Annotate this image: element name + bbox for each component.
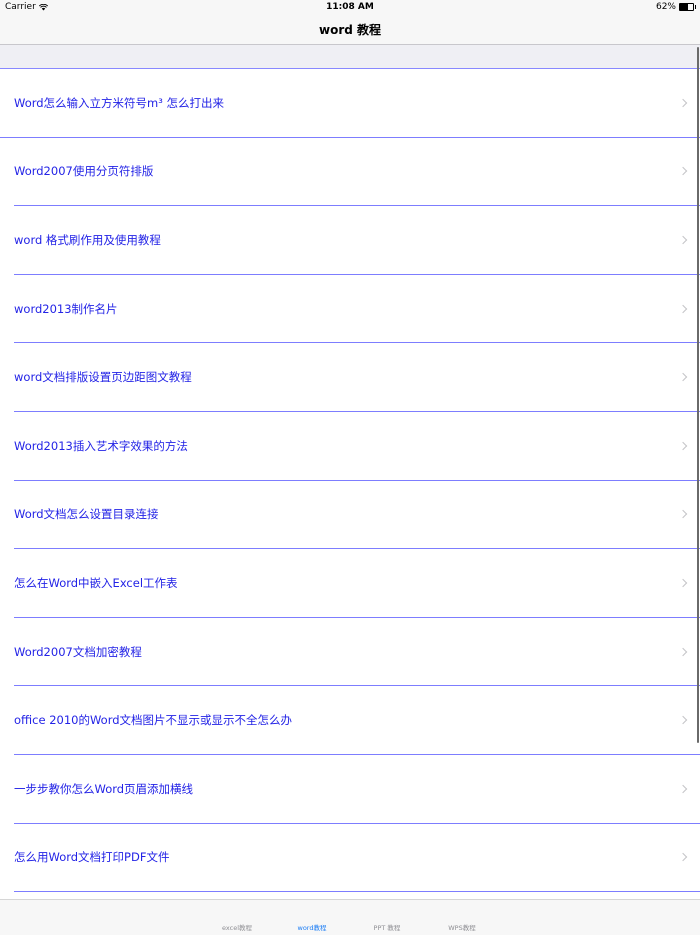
article-row[interactable]: Word2007文档加密教程 <box>14 618 700 687</box>
article-row[interactable]: office 2010的Word文档图片不显示或显示不全怎么办 <box>14 686 700 755</box>
chevron-right-icon <box>678 784 688 793</box>
status-bar: Carrier 11:08 AM 62% <box>0 0 700 14</box>
article-row[interactable]: word 格式刷作用及使用教程 <box>14 206 700 275</box>
article-row[interactable]: Word2013插入艺术字效果的方法 <box>14 412 700 481</box>
article-title: Word2007使用分页符排版 <box>14 164 154 179</box>
chevron-right-icon <box>678 304 688 313</box>
tab-2[interactable]: PPT 教程 <box>357 922 417 932</box>
article-title: word2013制作名片 <box>14 301 118 316</box>
article-row[interactable]: word文档排版设置页边距图文教程 <box>14 343 700 412</box>
status-right: 62% <box>655 2 696 12</box>
article-row[interactable]: Word2007使用分页符排版 <box>14 138 700 207</box>
chevron-right-icon <box>678 647 688 656</box>
tab-bar: excel教程 word教程 PPT 教程 WPS教程 <box>0 899 700 935</box>
chevron-right-icon <box>678 372 688 382</box>
article-title: Word文档怎么设置目录连接 <box>14 507 159 522</box>
chevron-right-icon <box>678 235 688 245</box>
chevron-right-icon <box>678 715 688 725</box>
battery-icon <box>679 3 696 11</box>
scrollbar[interactable] <box>696 47 699 743</box>
article-title: word 格式刷作用及使用教程 <box>14 232 161 247</box>
chevron-right-icon <box>678 853 688 862</box>
chevron-right-icon <box>678 167 688 176</box>
battery-percent: 62% <box>655 2 676 12</box>
article-row[interactable]: Word文档怎么设置目录连接 <box>14 481 700 550</box>
chevron-right-icon <box>678 510 688 519</box>
article-title: office 2010的Word文档图片不显示或显示不全怎么办 <box>14 713 293 728</box>
tab-0[interactable]: excel教程 <box>207 922 267 932</box>
tab-1[interactable]: word教程 <box>282 922 342 932</box>
article-title: 怎么在Word中嵌入Excel工作表 <box>14 575 178 590</box>
article-list[interactable]: Word怎么输入立方米符号m³ 怎么打出来 Word2007使用分页符排版 word… <box>0 45 700 899</box>
page-title: word 教程 <box>318 23 382 37</box>
navigation-bar: word 教程 <box>0 14 700 45</box>
list-section-header <box>0 45 700 69</box>
article-title: 怎么用Word文档打印PDF文件 <box>14 850 170 865</box>
article-row[interactable]: 怎么在Word中嵌入Excel工作表 <box>14 549 700 618</box>
article-row[interactable]: word2013制作名片 <box>14 275 700 344</box>
article-title: word文档排版设置页边距图文教程 <box>14 370 192 385</box>
article-title: Word2013插入艺术字效果的方法 <box>14 438 188 453</box>
chevron-right-icon <box>678 441 688 451</box>
article-title: 一步步教你怎么Word页眉添加横线 <box>14 781 194 796</box>
chevron-right-icon <box>678 98 688 108</box>
article-row[interactable]: 一步步教你怎么Word页眉添加横线 <box>14 755 700 824</box>
article-row[interactable]: 怎么用Word文档打印PDF文件 <box>14 824 700 893</box>
battery-fill <box>680 4 689 10</box>
article-row[interactable]: Word怎么输入立方米符号m³ 怎么打出来 <box>0 69 700 138</box>
article-rows: Word怎么输入立方米符号m³ 怎么打出来 Word2007使用分页符排版 word… <box>0 69 700 893</box>
article-title: Word2007文档加密教程 <box>14 644 142 659</box>
tab-3[interactable]: WPS教程 <box>432 922 492 932</box>
status-time: 11:08 AM <box>326 2 374 12</box>
article-title: Word怎么输入立方米符号m³ 怎么打出来 <box>14 95 225 110</box>
chevron-right-icon <box>678 578 688 588</box>
